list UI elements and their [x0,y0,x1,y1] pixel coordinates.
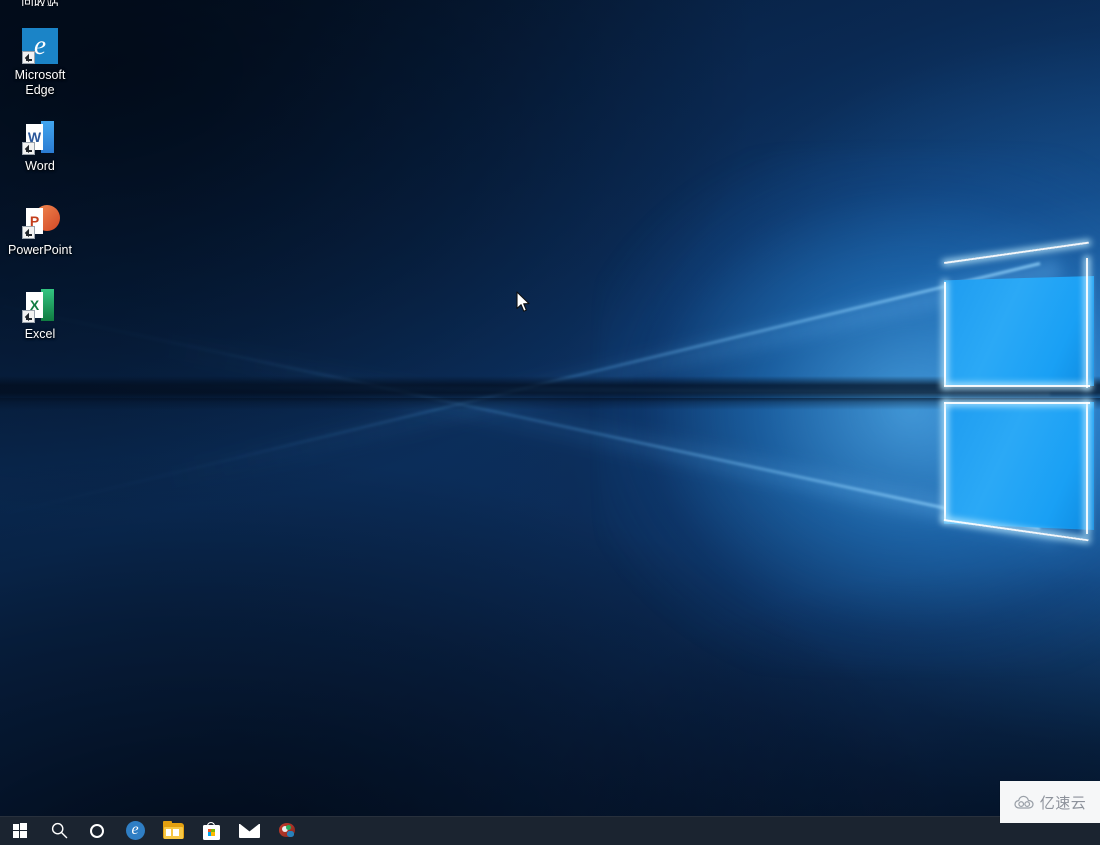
mouse-cursor [516,291,532,314]
taskbar-start-button[interactable] [0,816,40,845]
word-icon: W [22,119,58,155]
watermark-text: 亿速云 [1039,793,1087,812]
edge-icon: e [22,28,58,64]
wallpaper-window-pane-bottom [944,402,1094,530]
recycle-bin-label: 回收站 [4,0,76,6]
taskbar-microsoft-store-button[interactable] [192,816,230,845]
pane-edge-top-left [944,282,946,386]
excel-icon: X [22,287,58,323]
pane-edge-bottom-left [944,402,946,520]
desktop-icon-label: Excel [24,327,56,341]
desktop[interactable]: 回收站 e Microsoft Edge W Word [0,0,1100,845]
store-bag-icon [202,821,220,840]
desktop-icon-excel[interactable]: X Excel [0,287,80,342]
taskbar-mail-button[interactable] [230,816,268,845]
cloud-icon [1014,795,1036,810]
taskbar-file-explorer-button[interactable] [154,816,192,845]
edge-icon: e [125,821,145,840]
pane-edge-bottom-right [1086,402,1088,534]
pane-edge-top-right [1086,258,1088,388]
desktop-icon-word[interactable]: W Word [0,119,80,174]
taskbar-edge-button[interactable]: e [116,816,154,845]
taskbar[interactable]: e [0,816,1100,845]
windows-logo-icon [12,823,28,838]
watermark-badge: 亿速云 [1000,781,1100,823]
shortcut-overlay-icon [22,51,35,64]
desktop-icon-label: Microsoft Edge [14,68,66,97]
pane-edge-top-bottom [944,385,1090,387]
search-icon [51,822,67,839]
powerpoint-icon: P [22,203,60,239]
taskbar-cortana-button[interactable] [78,816,116,845]
wallpaper-window-pane-top [944,276,1094,386]
folder-icon [162,820,184,839]
shortcut-overlay-icon [22,310,35,323]
shortcut-overlay-icon [22,226,35,239]
shortcut-overlay-icon [22,142,35,155]
cortana-circle-icon [90,823,104,838]
desktop-icon-powerpoint[interactable]: P PowerPoint [0,203,80,258]
desktop-icon-label: PowerPoint [8,243,72,257]
taskbar-media-app-button[interactable] [268,816,306,845]
wallpaper-shadow-band-secondary [0,398,1100,410]
desktop-icon-microsoft-edge[interactable]: e Microsoft Edge [0,28,80,98]
desktop-icon-label: Word [25,159,55,173]
taskbar-search-button[interactable] [40,816,78,845]
pane-edge-bottom-top [944,402,1090,404]
media-app-icon [278,822,297,839]
envelope-icon [238,823,260,838]
